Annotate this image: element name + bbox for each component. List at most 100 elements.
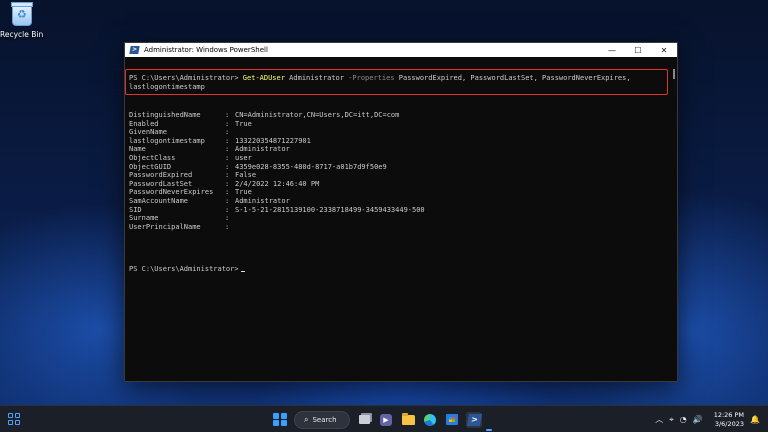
property-row: UserPrincipalName: xyxy=(129,223,425,232)
property-name: UserPrincipalName xyxy=(129,222,201,231)
property-name: Name xyxy=(129,145,146,154)
property-value: CN=Administrator,CN=Users,DC=itt,DC=com xyxy=(235,111,400,119)
file-explorer-button[interactable] xyxy=(400,412,416,428)
command-parameter-values: PasswordExpired, PasswordLastSet, Passwo… xyxy=(398,74,631,82)
property-row: Name: Administrator xyxy=(129,145,425,154)
property-name: DistinguishedName xyxy=(129,111,201,119)
maximize-button[interactable]: ☐ xyxy=(625,43,651,57)
task-view-button[interactable] xyxy=(356,412,372,428)
next-prompt-line: PS C:\Users\Administrator> xyxy=(129,265,245,274)
command-line: PS C:\Users\Administrator> Get-ADUser Ad… xyxy=(129,74,631,83)
prompt-text-2: PS C:\Users\Administrator> xyxy=(129,265,239,273)
property-separator: : xyxy=(225,214,230,223)
powershell-taskbar-icon: > xyxy=(466,413,482,426)
property-separator: : xyxy=(225,153,230,162)
command-argument: Administrator xyxy=(289,74,344,82)
property-value: False xyxy=(235,171,257,180)
property-row: DistinguishedName: CN=Administrator,CN=Us… xyxy=(129,111,425,120)
property-row: GivenName: xyxy=(129,128,425,137)
recycle-bin-shortcut[interactable]: Recycle Bin xyxy=(0,2,44,39)
property-value: Administrator xyxy=(235,196,290,205)
command-line-continuation: lastlogontimestamp xyxy=(129,83,205,92)
window-controls: — ☐ ✕ xyxy=(599,43,677,57)
property-name: Enabled xyxy=(129,119,159,128)
network-icon[interactable]: ⌖ xyxy=(669,415,674,425)
edge-icon xyxy=(424,413,436,426)
property-row: PasswordExpired: False xyxy=(129,171,425,180)
taskbar: ⌕ Search ▶ > ︿ ⌖ ◔ 🔊 12:26 PM 3/6/2023 🔔 xyxy=(0,405,768,432)
property-row: SamAccountName: Administrator xyxy=(129,197,425,206)
property-name: ObjectClass xyxy=(129,153,176,162)
clock-date: 3/6/2023 xyxy=(714,419,745,428)
console-output[interactable]: PS C:\Users\Administrator> Get-ADUser Ad… xyxy=(125,57,668,381)
property-row: PasswordLastSet:2/4/2022 12:46:40 PM xyxy=(129,180,425,189)
property-separator: : xyxy=(225,119,230,128)
powershell-icon: > xyxy=(129,46,140,54)
property-row: lastlogontimestamp:133220354871227901 xyxy=(129,137,425,146)
property-row: Enabled: True xyxy=(129,120,425,129)
property-name: Surname xyxy=(129,214,159,223)
start-button[interactable] xyxy=(272,412,288,428)
property-name: ObjectGUID xyxy=(129,162,172,171)
edge-button[interactable] xyxy=(422,412,438,428)
property-name: PasswordExpired xyxy=(129,171,193,180)
command-parameter-flag: -Properties xyxy=(348,74,395,82)
window-titlebar[interactable]: > Administrator: Windows PowerShell — ☐ … xyxy=(125,43,677,57)
tray-overflow-chevron-icon[interactable]: ︿ xyxy=(655,414,663,425)
store-button[interactable] xyxy=(444,412,460,428)
property-name: SID xyxy=(129,205,142,214)
text-cursor xyxy=(240,270,245,272)
property-row: ObjectGUID:4359e028-8355-480d-8717-a01b7… xyxy=(129,163,425,172)
teams-chat-button[interactable]: ▶ xyxy=(378,412,394,428)
property-separator: : xyxy=(225,128,230,137)
powershell-window[interactable]: > Administrator: Windows PowerShell — ☐ … xyxy=(124,42,678,382)
property-value: 2/4/2022 12:46:40 PM xyxy=(235,179,320,188)
property-separator: : xyxy=(225,111,230,119)
widgets-icon[interactable] xyxy=(8,413,20,425)
property-row: Surname: xyxy=(129,214,425,223)
command-parameter-values-2: lastlogontimestamp xyxy=(129,83,205,91)
recycle-bin-label: Recycle Bin xyxy=(0,30,44,39)
property-name: lastlogontimestamp xyxy=(129,136,205,145)
prompt-text: PS C:\Users\Administrator> xyxy=(129,74,239,82)
window-title: Administrator: Windows PowerShell xyxy=(144,46,268,54)
scrollbar-thumb[interactable] xyxy=(673,69,675,79)
property-value: 133220354871227901 xyxy=(235,136,311,145)
property-value: True xyxy=(235,188,252,197)
property-name: PasswordNeverExpires xyxy=(129,188,214,197)
property-list: DistinguishedName: CN=Administrator,CN=Us… xyxy=(129,111,425,231)
property-row: SID: S-1-5-21-2815139100-2338718499-34594… xyxy=(129,206,425,215)
property-row: PasswordNeverExpires: True xyxy=(129,188,425,197)
taskbar-clock[interactable]: 12:26 PM 3/6/2023 xyxy=(714,411,744,429)
store-icon xyxy=(446,414,458,425)
close-button[interactable]: ✕ xyxy=(651,43,677,57)
system-tray: ︿ ⌖ ◔ 🔊 12:26 PM 3/6/2023 🔔 xyxy=(652,406,768,432)
property-separator: : xyxy=(225,179,230,188)
teams-icon: ▶ xyxy=(380,413,392,426)
property-separator: : xyxy=(225,162,230,171)
property-separator: : xyxy=(225,136,230,145)
active-app-indicator xyxy=(486,429,492,431)
powershell-taskbar-button[interactable]: > xyxy=(466,411,482,428)
property-separator: : xyxy=(225,188,230,197)
property-separator: : xyxy=(225,205,230,214)
recycle-bin-icon xyxy=(11,2,33,26)
windows-logo-icon xyxy=(273,412,287,427)
property-separator: : xyxy=(225,145,230,154)
clock-time: 12:26 PM xyxy=(713,410,745,419)
property-value: S-1-5-21-2815139100-2338718499-345943344… xyxy=(235,205,425,214)
search-label: Search xyxy=(312,415,337,424)
battery-icon[interactable]: ◔ xyxy=(680,415,687,424)
notification-bell-icon[interactable]: 🔔 xyxy=(750,415,760,424)
folder-icon xyxy=(401,412,415,425)
taskbar-search-box[interactable]: ⌕ Search xyxy=(294,410,350,429)
volume-icon[interactable]: 🔊 xyxy=(693,415,703,424)
minimize-button[interactable]: — xyxy=(599,43,625,57)
search-icon: ⌕ xyxy=(304,414,309,424)
property-value: Administrator xyxy=(235,145,290,154)
command-cmdlet: Get-ADUser xyxy=(242,74,285,82)
property-name: GivenName xyxy=(129,128,167,137)
property-separator: : xyxy=(225,222,230,231)
property-value: 4359e028-8355-480d-8717-a01b7d9f50e9 xyxy=(235,162,387,171)
property-separator: : xyxy=(225,171,230,180)
